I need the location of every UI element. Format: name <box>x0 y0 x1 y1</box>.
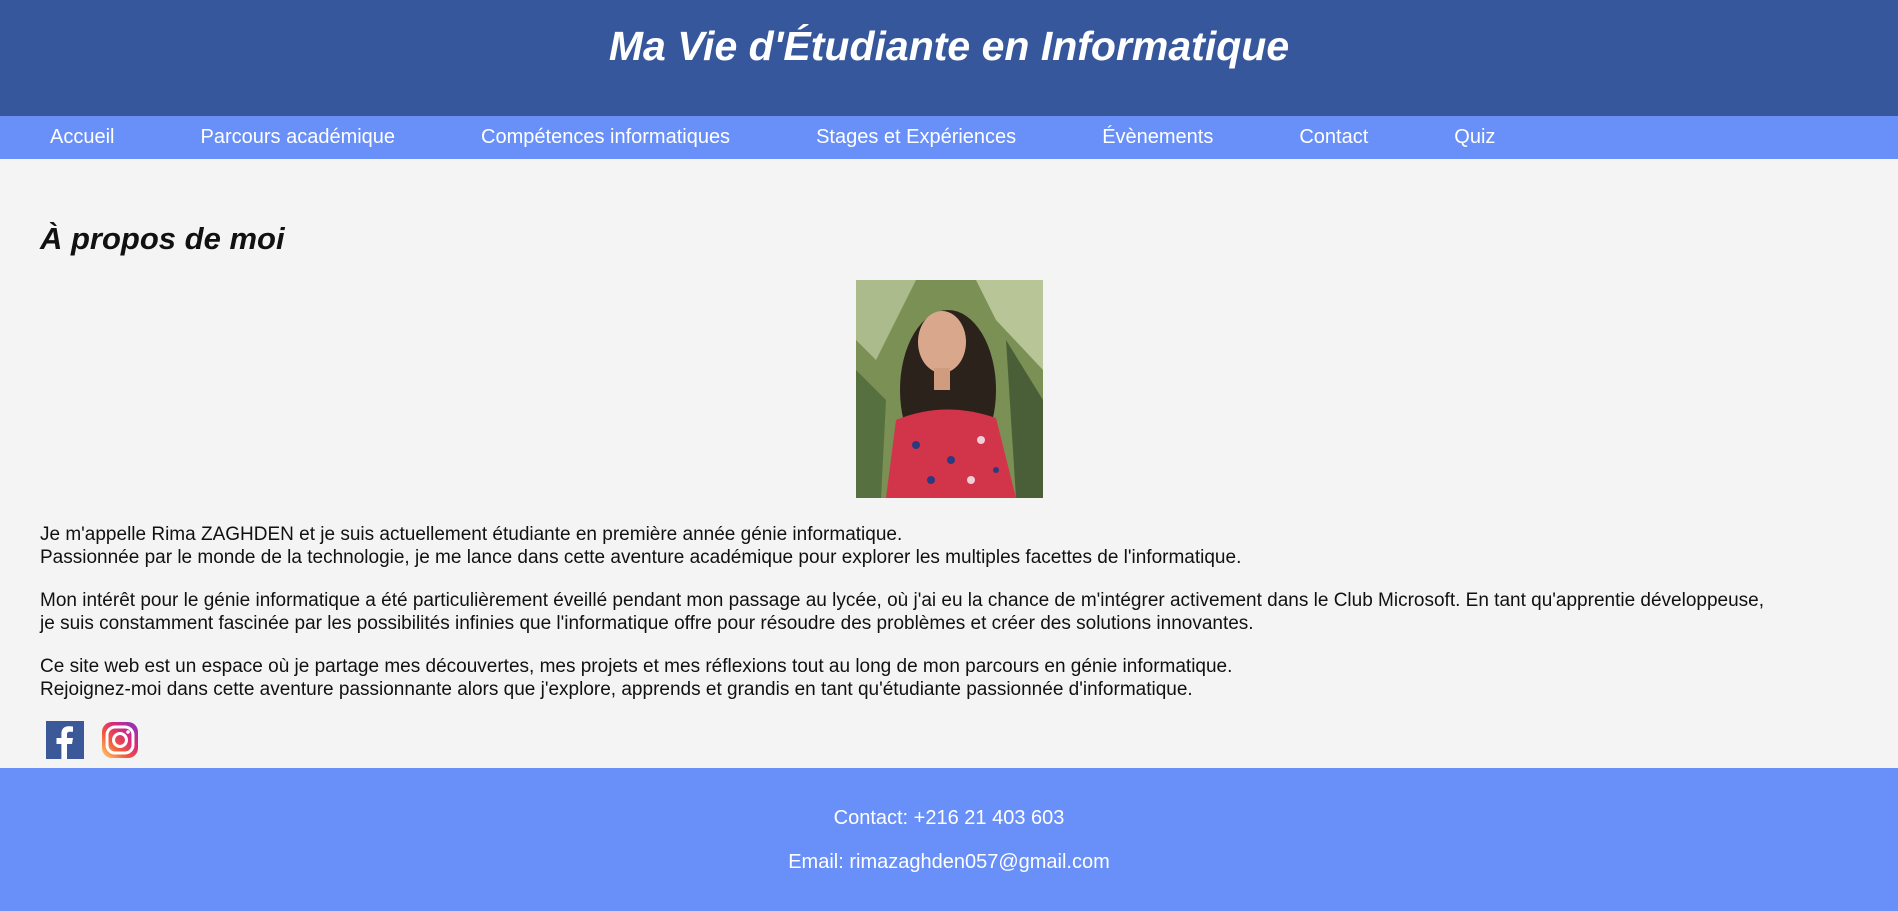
profile-photo-container <box>40 280 1858 503</box>
intro-paragraph-3-line-1: Ce site web est un espace où je partage … <box>40 656 1233 677</box>
nav-item-contact[interactable]: Contact <box>1299 126 1368 149</box>
intro-paragraph-1-line-2: Passionnée par le monde de la technologi… <box>40 547 1242 568</box>
nav-item-competences-informatiques[interactable]: Compétences informatiques <box>481 126 730 149</box>
profile-photo <box>855 280 1043 498</box>
nav-item-accueil[interactable]: Accueil <box>50 126 114 149</box>
instagram-icon[interactable] <box>101 721 139 759</box>
footer-contact: Contact: +216 21 403 603 <box>833 807 1065 829</box>
intro-paragraph-2-line-1: Mon intérêt pour le génie informatique a… <box>40 590 1765 611</box>
site-header: Ma Vie d'Étudiante en Informatique <box>0 0 1898 116</box>
intro-paragraph-2: Mon intérêt pour le génie informatique a… <box>40 589 1858 635</box>
intro-paragraph-1-line-1: Je m'appelle Rima ZAGHDEN et je suis act… <box>40 524 903 545</box>
nav-item-parcours-academique[interactable]: Parcours académique <box>200 126 395 149</box>
main-nav: Accueil Parcours académique Compétences … <box>0 116 1898 159</box>
about-section: À propos de moi Je m'appelle Rima ZAGHDE… <box>0 159 1898 759</box>
footer-email: Email: rimazaghden057@gmail.com <box>788 851 1110 873</box>
intro-paragraph-1: Je m'appelle Rima ZAGHDEN et je suis act… <box>40 523 1858 569</box>
nav-item-evenements[interactable]: Évènements <box>1102 126 1213 149</box>
site-title: Ma Vie d'Étudiante en Informatique <box>608 23 1290 69</box>
nav-item-stages-experiences[interactable]: Stages et Expériences <box>816 126 1016 149</box>
section-heading: À propos de moi <box>40 221 285 256</box>
intro-paragraph-3: Ce site web est un espace où je partage … <box>40 655 1858 701</box>
site-footer: Contact: +216 21 403 603 Email: rimazagh… <box>0 768 1898 911</box>
nav-item-quiz[interactable]: Quiz <box>1454 126 1495 149</box>
social-links <box>40 721 1858 759</box>
facebook-icon[interactable] <box>46 721 84 759</box>
intro-paragraph-3-line-2: Rejoignez-moi dans cette aventure passio… <box>40 679 1193 700</box>
intro-paragraph-2-line-2: je suis constamment fascinée par les pos… <box>40 613 1254 634</box>
